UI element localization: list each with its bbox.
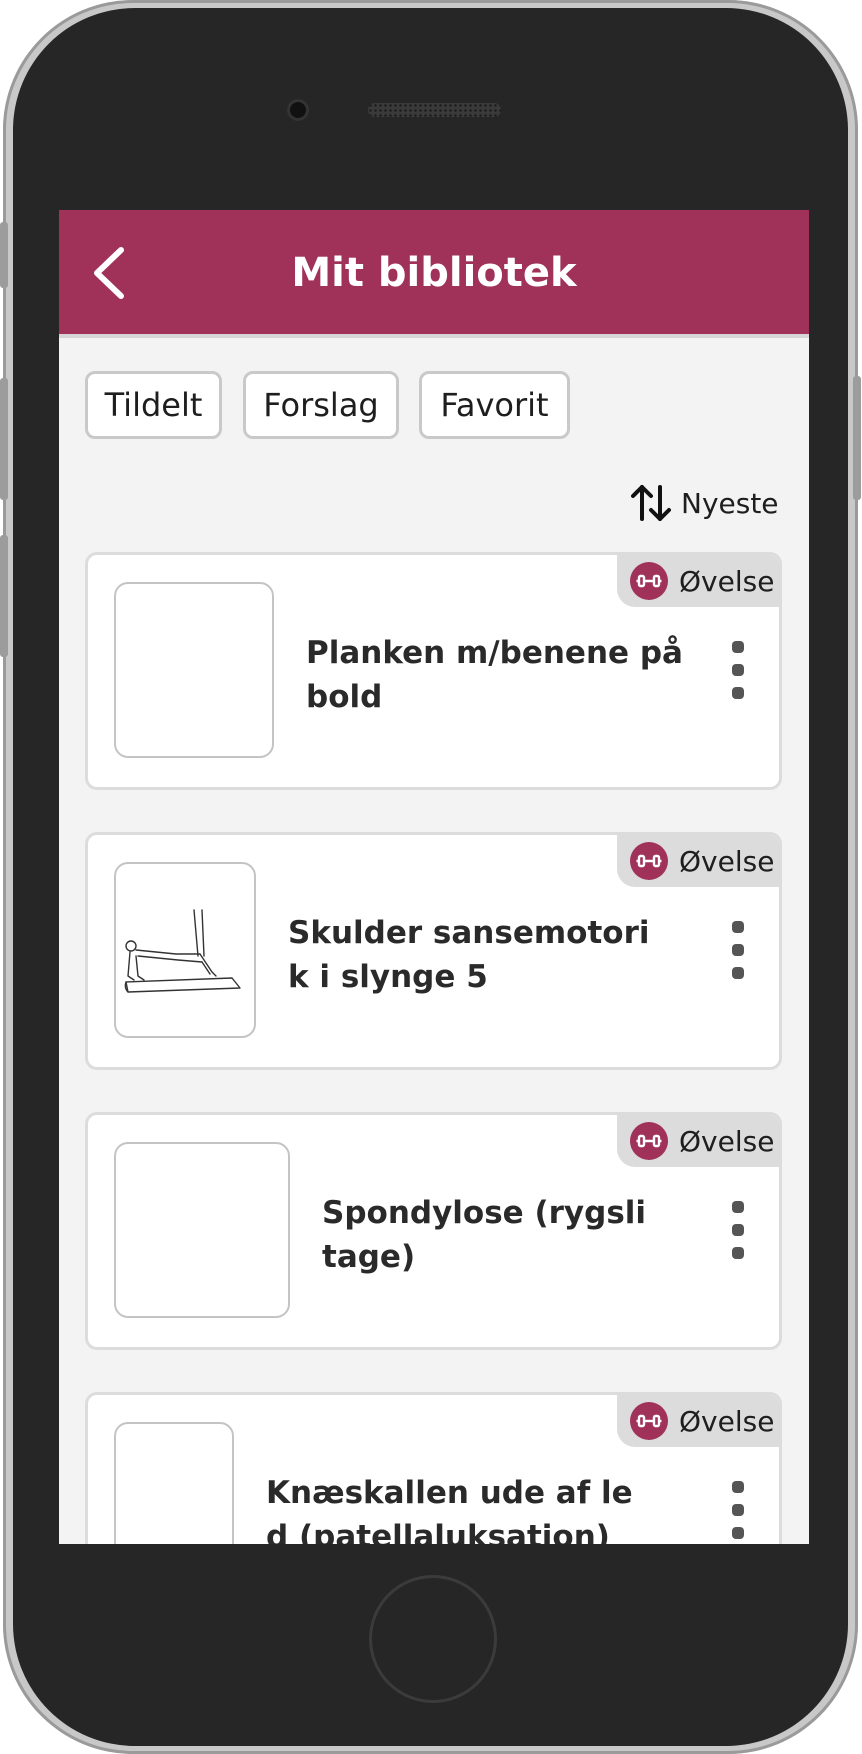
- dumbbell-icon: [630, 842, 668, 880]
- exercise-illustration-icon: [124, 909, 241, 993]
- front-camera: [290, 102, 306, 118]
- app-header: Mit bibliotek: [59, 210, 809, 338]
- exercise-thumbnail: [114, 862, 256, 1038]
- badge-label: Øvelse: [679, 1404, 775, 1438]
- type-badge: Øvelse: [617, 835, 779, 887]
- phone-volume-up-button: [0, 378, 8, 500]
- more-options-icon[interactable]: [728, 1481, 748, 1544]
- exercise-thumbnail: [114, 582, 274, 758]
- dumbbell-icon: [630, 1402, 668, 1440]
- home-button[interactable]: [369, 1575, 497, 1703]
- list-item[interactable]: Øvelse Knæskallen ude af led (patellaluk…: [85, 1392, 782, 1544]
- type-badge: Øvelse: [617, 1115, 779, 1167]
- sort-button[interactable]: Nyeste: [629, 478, 779, 528]
- list-item[interactable]: Øvelse Spondylose (rygslitage): [85, 1112, 782, 1350]
- filter-favorit-button[interactable]: Favorit: [419, 371, 570, 439]
- phone-power-button: [853, 376, 861, 500]
- type-badge: Øvelse: [617, 555, 779, 607]
- exercise-thumbnail: [114, 1142, 290, 1318]
- more-options-icon[interactable]: [728, 1201, 748, 1267]
- sort-arrows-icon: [631, 485, 671, 521]
- page-title: Mit bibliotek: [291, 250, 577, 296]
- dumbbell-icon: [630, 562, 668, 600]
- earpiece-speaker: [368, 103, 501, 117]
- type-badge: Øvelse: [617, 1395, 779, 1447]
- item-title: Planken m/benene på bold: [306, 635, 683, 715]
- badge-label: Øvelse: [679, 844, 775, 878]
- dumbbell-icon: [630, 1122, 668, 1160]
- exercise-thumbnail: [114, 1422, 234, 1544]
- more-options-icon[interactable]: [728, 921, 748, 987]
- phone-side-button: [0, 222, 8, 288]
- item-title: Skulder sansemotorik i slynge 5: [288, 915, 650, 995]
- item-title: Spondylose (rygslitage): [322, 1195, 647, 1275]
- filter-tildelt-button[interactable]: Tildelt: [85, 371, 222, 439]
- list-item[interactable]: Øvelse Planken m/benene på bold: [85, 552, 782, 790]
- phone-volume-down-button: [0, 535, 8, 657]
- list-item[interactable]: Øvelse Skulder sansemotorik i slynge 5: [85, 832, 782, 1070]
- badge-label: Øvelse: [679, 564, 775, 598]
- sort-label: Nyeste: [681, 486, 779, 520]
- badge-label: Øvelse: [679, 1124, 775, 1158]
- app-screen: Mit bibliotek Tildelt Forslag Favorit Ny…: [59, 210, 809, 1544]
- phone-frame: Mit bibliotek Tildelt Forslag Favorit Ny…: [0, 0, 861, 1754]
- more-options-icon[interactable]: [728, 641, 748, 707]
- item-title: Knæskallen ude af led (patellaluksation): [266, 1475, 633, 1544]
- filter-forslag-button[interactable]: Forslag: [243, 371, 399, 439]
